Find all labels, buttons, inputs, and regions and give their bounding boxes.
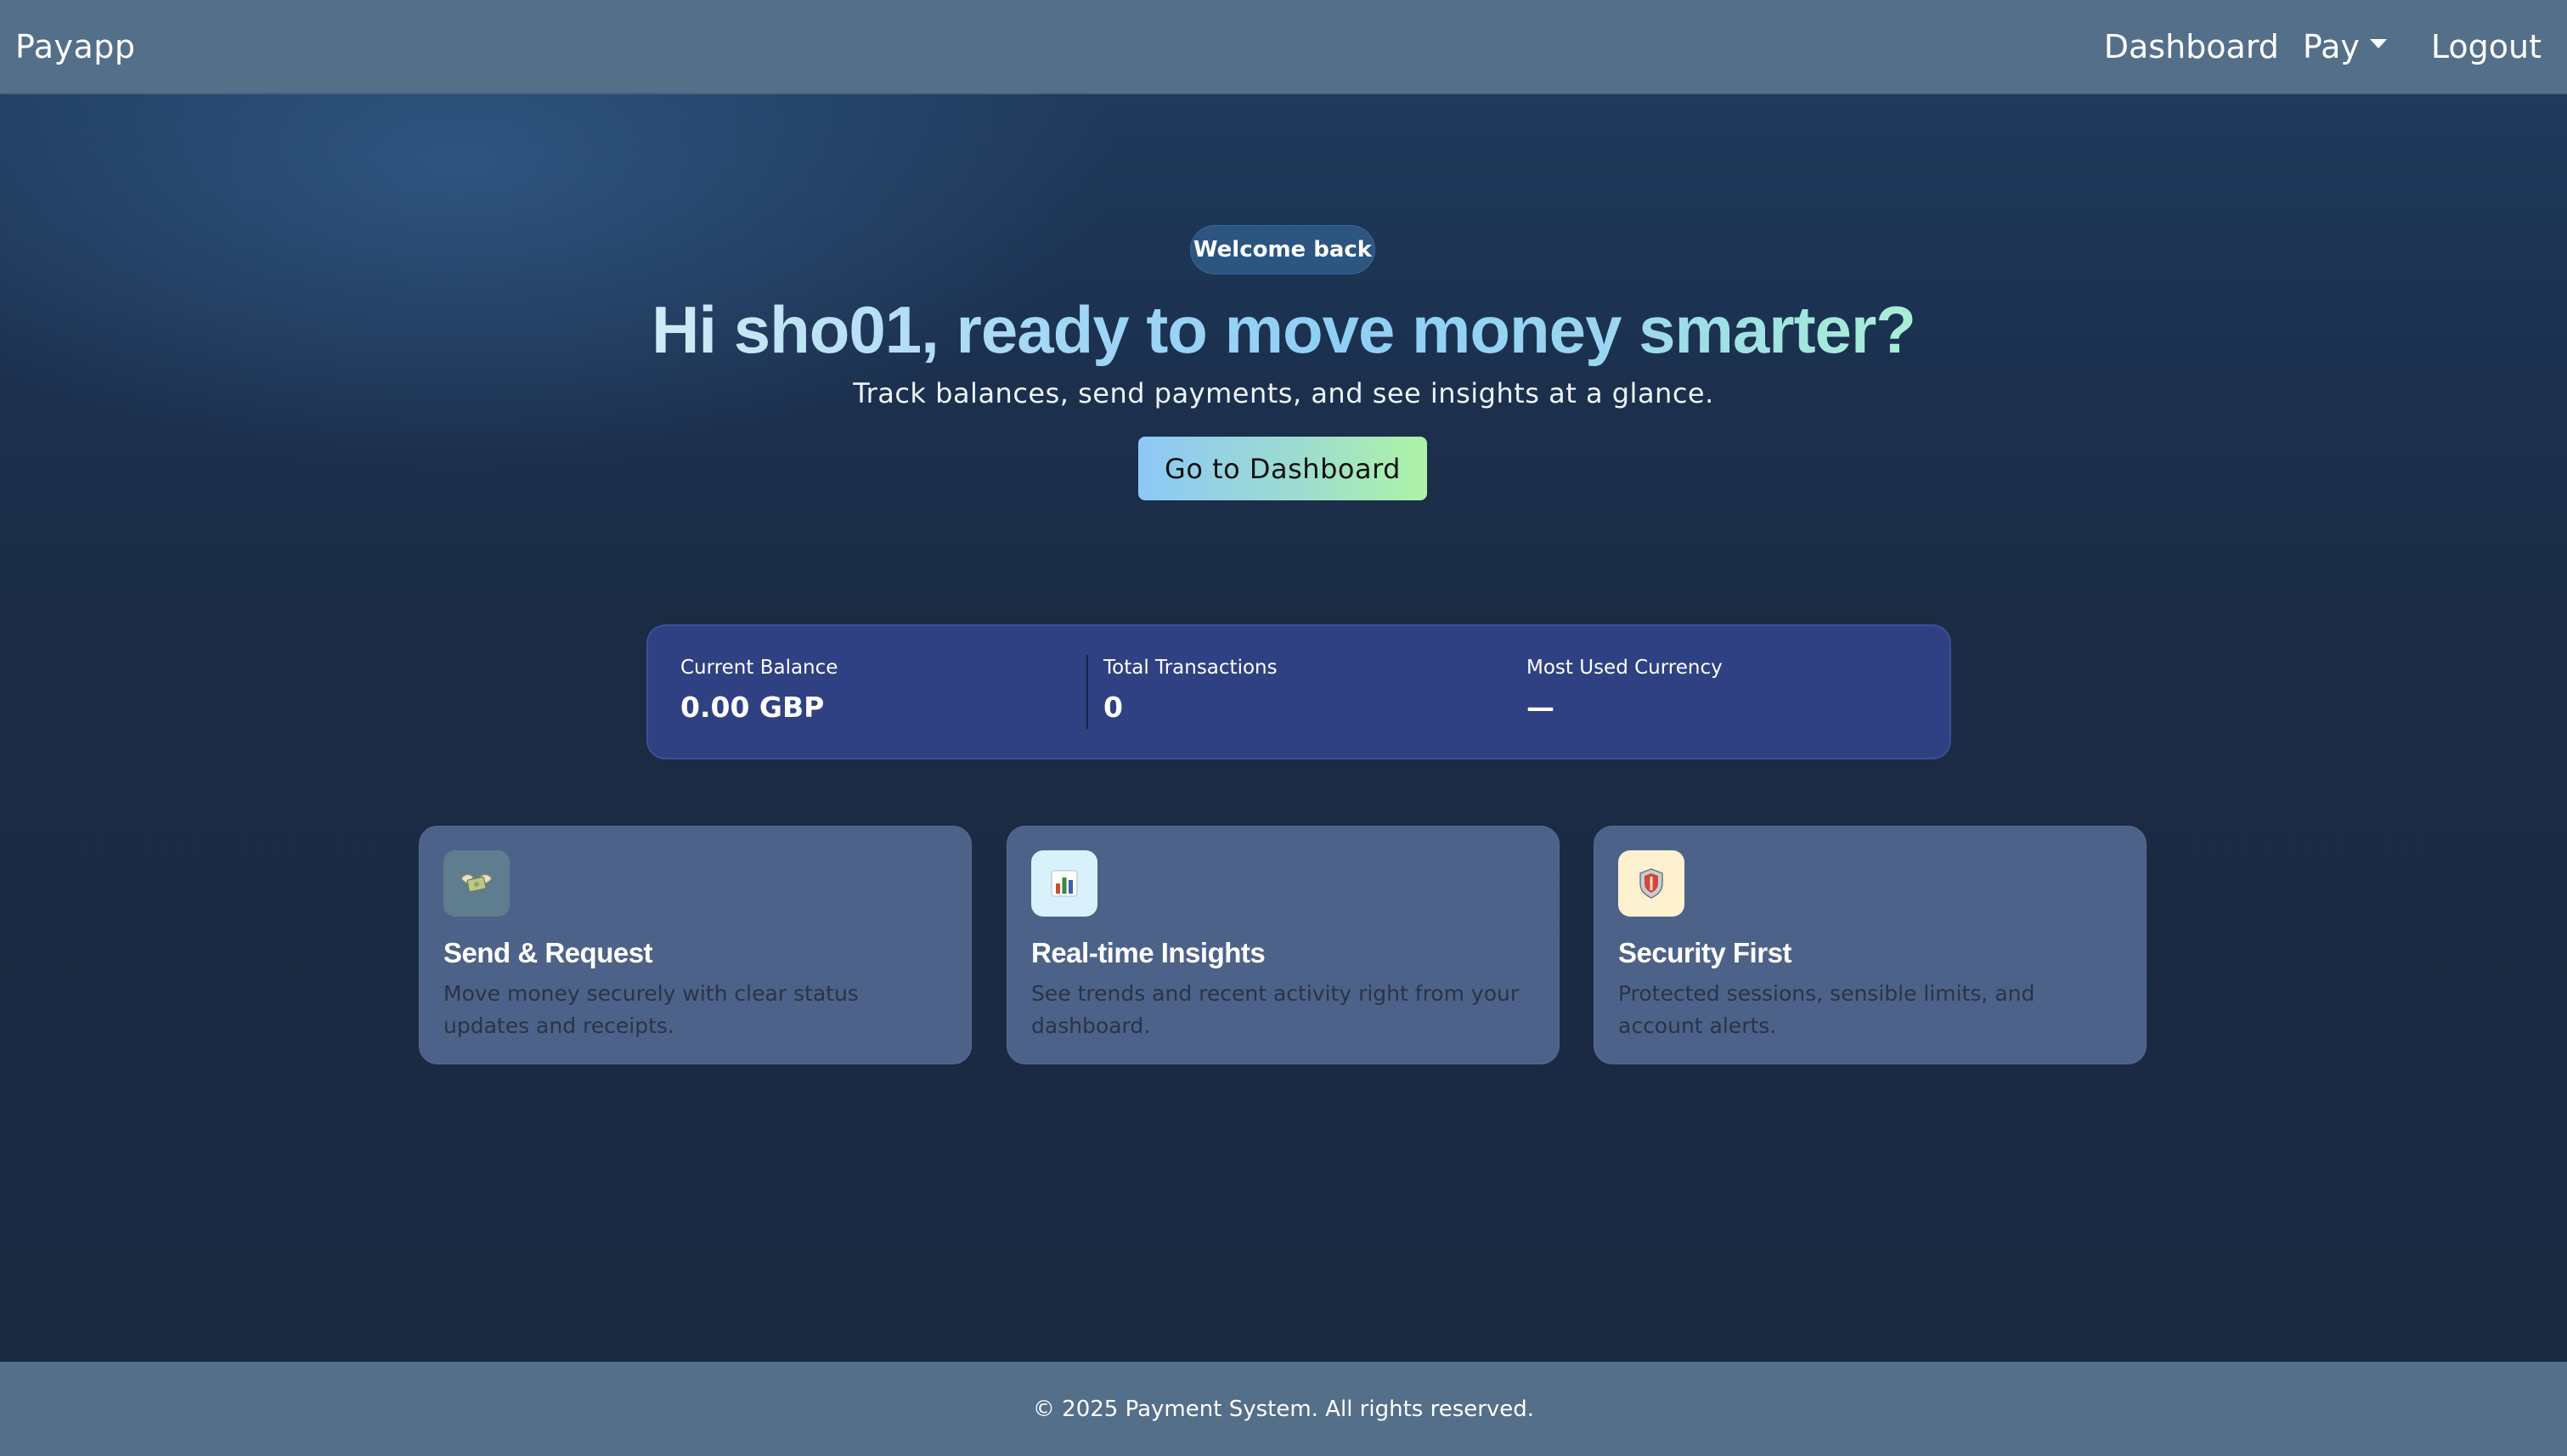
feature-description: Protected sessions, sensible limits, and… bbox=[1618, 981, 2035, 1038]
nav-pay-dropdown[interactable]: Pay bbox=[2303, 0, 2387, 93]
footer: © 2025 Payment System. All rights reserv… bbox=[0, 1362, 2567, 1456]
stat-label: Current Balance bbox=[680, 657, 838, 679]
brand-logo-link[interactable]: Payapp bbox=[15, 28, 136, 65]
stat-most-used-currency: Most Used Currency — bbox=[1494, 626, 1917, 758]
feature-title: Security First bbox=[1618, 937, 1791, 968]
nav-links: Dashboard Pay Logout bbox=[2104, 0, 2552, 93]
feature-card-insights: Real-time Insights See trends and recent… bbox=[1007, 826, 1560, 1064]
caret-down-icon bbox=[2369, 39, 2387, 48]
nav-logout-link[interactable]: Logout bbox=[2431, 0, 2542, 93]
feature-description: Move money securely with clear status up… bbox=[443, 981, 859, 1038]
welcome-badge: Welcome back bbox=[1190, 225, 1375, 274]
hero-title: Hi sho01, ready to move money smarter? bbox=[0, 287, 2567, 372]
nav-pay-label: Pay bbox=[2302, 27, 2360, 65]
stat-label: Most Used Currency bbox=[1526, 657, 1723, 679]
footer-copyright: © 2025 Payment System. All rights reserv… bbox=[1032, 1396, 1535, 1422]
bar-chart-icon bbox=[1031, 850, 1097, 917]
stat-total-transactions: Total Transactions 0 bbox=[1071, 626, 1494, 758]
stat-value: 0.00 GBP bbox=[680, 691, 825, 724]
hero-subtitle: Track balances, send payments, and see i… bbox=[853, 377, 1714, 409]
stats-panel: Current Balance 0.00 GBP Total Transacti… bbox=[646, 624, 1951, 759]
go-to-dashboard-button[interactable]: Go to Dashboard bbox=[1138, 437, 1427, 500]
feature-title: Real-time Insights bbox=[1031, 937, 1266, 968]
hero-title-text: Hi sho01, ready to move money smarter? bbox=[652, 292, 1916, 367]
shield-icon bbox=[1618, 850, 1684, 917]
stat-label: Total Transactions bbox=[1103, 657, 1278, 679]
feature-description: See trends and recent activity right fro… bbox=[1031, 981, 1520, 1038]
feature-card-security: Security First Protected sessions, sensi… bbox=[1594, 826, 2147, 1064]
stat-value: 0 bbox=[1103, 691, 1123, 724]
money-with-wings-icon bbox=[443, 850, 510, 917]
stat-divider bbox=[1086, 655, 1088, 729]
nav-dashboard-link[interactable]: Dashboard bbox=[2104, 0, 2279, 93]
navbar: Payapp Dashboard Pay Logout bbox=[0, 0, 2567, 94]
feature-card-send-request: Send & Request Move money securely with … bbox=[419, 826, 972, 1064]
feature-title: Send & Request bbox=[443, 937, 653, 968]
stat-current-balance: Current Balance 0.00 GBP bbox=[648, 626, 1071, 758]
stat-value: — bbox=[1526, 691, 1554, 724]
